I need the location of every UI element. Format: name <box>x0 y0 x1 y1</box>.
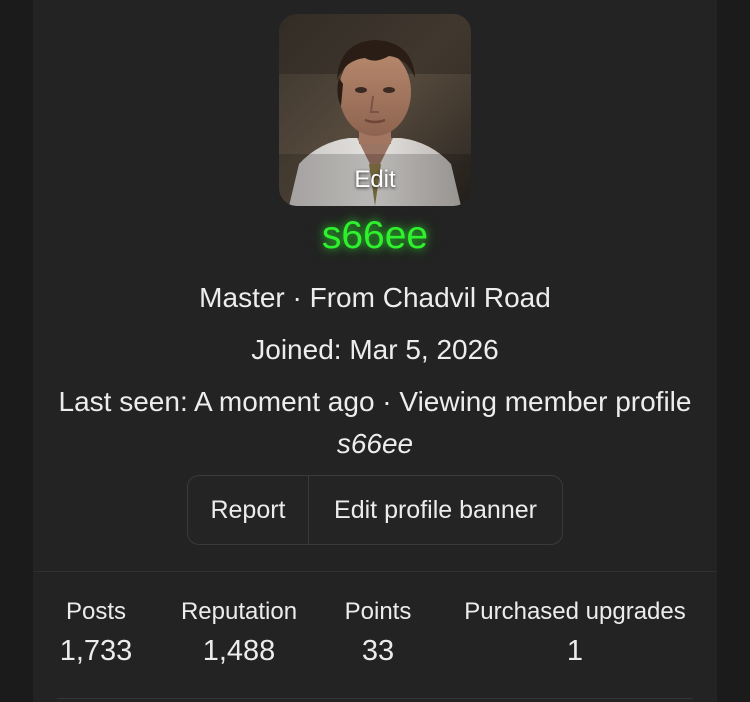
profile-card: Edit s66ee Master · From Chadvil Road Jo… <box>33 0 717 702</box>
stat-points-value: 33 <box>361 635 395 667</box>
stat-reputation-label: Reputation <box>180 598 298 625</box>
last-seen-text: Last seen: A moment ago · Viewing member… <box>58 386 692 417</box>
edit-profile-banner-button[interactable]: Edit profile banner <box>309 476 562 544</box>
section-divider <box>33 571 717 572</box>
avatar[interactable]: Edit <box>279 14 471 206</box>
report-button[interactable]: Report <box>188 476 309 544</box>
avatar-edit-label[interactable]: Edit <box>279 166 471 194</box>
stat-reputation-value: 1,488 <box>202 635 276 667</box>
stat-points[interactable]: Points 33 <box>338 598 418 668</box>
user-title-location: Master · From Chadvil Road <box>199 282 551 313</box>
stat-posts[interactable]: Posts 1,733 <box>51 598 141 668</box>
username[interactable]: s66ee <box>33 214 717 258</box>
last-seen-activity: Last seen: A moment ago · Viewing member… <box>33 381 717 465</box>
last-seen-target[interactable]: s66ee <box>337 428 413 459</box>
stat-posts-value: 1,733 <box>59 635 133 667</box>
profile-page: Edit s66ee Master · From Chadvil Road Jo… <box>0 0 750 702</box>
stat-points-label: Points <box>344 598 412 625</box>
stat-posts-label: Posts <box>65 598 127 625</box>
stat-reputation[interactable]: Reputation 1,488 <box>174 598 304 668</box>
stat-purchased-upgrades[interactable]: Purchased upgrades 1 <box>453 598 697 668</box>
stat-upgrades-label: Purchased upgrades <box>464 598 686 625</box>
joined-date: Joined: Mar 5, 2026 <box>251 334 499 365</box>
stat-upgrades-value: 1 <box>566 635 584 667</box>
bottom-divider <box>57 698 693 699</box>
profile-action-buttons: Report Edit profile banner <box>187 475 563 545</box>
